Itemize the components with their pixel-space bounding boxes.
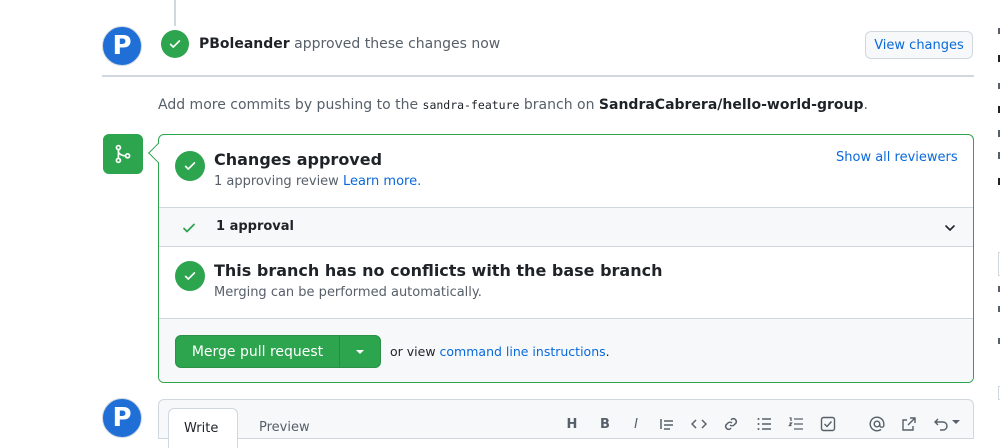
check-icon: [169, 40, 181, 48]
view-changes-button[interactable]: View changes: [865, 31, 973, 59]
approved-badge: [161, 30, 189, 58]
review-text: approved these changes now: [294, 36, 501, 52]
command-line-instructions-link[interactable]: command line instructions: [440, 344, 606, 359]
no-conflicts-status-icon: [175, 261, 205, 291]
cli-hint: or view command line instructions.: [390, 344, 610, 359]
right-sidebar-edge: [990, 0, 1000, 428]
mention-icon[interactable]: [869, 416, 885, 432]
approved-count-text: 1 approving review: [214, 174, 339, 189]
caret-down-icon: [356, 349, 364, 354]
check-icon: [183, 223, 195, 233]
task-list-icon[interactable]: [820, 416, 836, 432]
composer-avatar[interactable]: P: [102, 398, 142, 438]
merge-box: Changes approved 1 approving review Lear…: [158, 134, 974, 383]
approved-subtitle: 1 approving review Learn more.: [214, 174, 421, 189]
comment-composer: Write Preview H B I: [158, 399, 974, 448]
push-hint: Add more commits by pushing to the sandr…: [158, 97, 868, 113]
italic-tool[interactable]: I: [627, 416, 645, 432]
no-conflicts-title: This branch has no conflicts with the ba…: [214, 261, 663, 280]
approved-title: Changes approved: [214, 150, 383, 169]
or-view-text: or view: [390, 344, 436, 359]
merge-pull-request-button[interactable]: Merge pull request: [176, 336, 339, 367]
undo-icon[interactable]: [933, 416, 949, 432]
show-all-reviewers-link[interactable]: Show all reviewers: [836, 150, 958, 165]
cli-hint-suffix: .: [605, 344, 610, 359]
timeline-line: [174, 0, 176, 26]
list-icon[interactable]: [756, 416, 772, 432]
merge-button-group: Merge pull request: [175, 335, 381, 368]
check-icon: [184, 272, 196, 280]
avatar[interactable]: P: [102, 26, 142, 66]
caret-down-icon[interactable]: [952, 420, 960, 426]
code-icon[interactable]: [691, 416, 707, 432]
no-conflicts-subtitle: Merging can be performed automatically.: [214, 285, 482, 300]
merge-status-icon: [103, 134, 143, 174]
timeline-divider: [102, 75, 974, 77]
merge-options-dropdown[interactable]: [340, 336, 380, 367]
approval-count: 1 approval: [216, 219, 294, 234]
approved-status-icon: [175, 151, 205, 181]
merge-actions: Merge pull request or view command line …: [159, 318, 973, 382]
check-icon: [184, 162, 196, 170]
reference-icon[interactable]: [901, 416, 917, 432]
repo-name[interactable]: SandraCabrera/hello-world-group: [599, 97, 864, 113]
reviewer-name[interactable]: PBoleander: [199, 36, 290, 52]
heading-tool[interactable]: H: [563, 416, 581, 432]
push-hint-middle: branch on: [523, 97, 595, 113]
chevron-down-icon[interactable]: [942, 220, 958, 236]
quote-icon[interactable]: [659, 416, 675, 432]
push-hint-prefix: Add more commits by pushing to the: [158, 97, 419, 113]
tab-write[interactable]: Write: [168, 408, 238, 448]
ordered-list-icon[interactable]: [788, 416, 804, 432]
git-merge-icon: [115, 144, 131, 164]
review-event: PBoleander approved these changes now: [199, 36, 500, 52]
approval-row[interactable]: 1 approval: [159, 207, 973, 247]
learn-more-link[interactable]: Learn more.: [343, 174, 421, 189]
branch-name: sandra-feature: [422, 98, 520, 112]
bold-tool[interactable]: B: [596, 416, 614, 432]
push-hint-suffix: .: [863, 97, 868, 113]
link-icon[interactable]: [723, 416, 739, 432]
